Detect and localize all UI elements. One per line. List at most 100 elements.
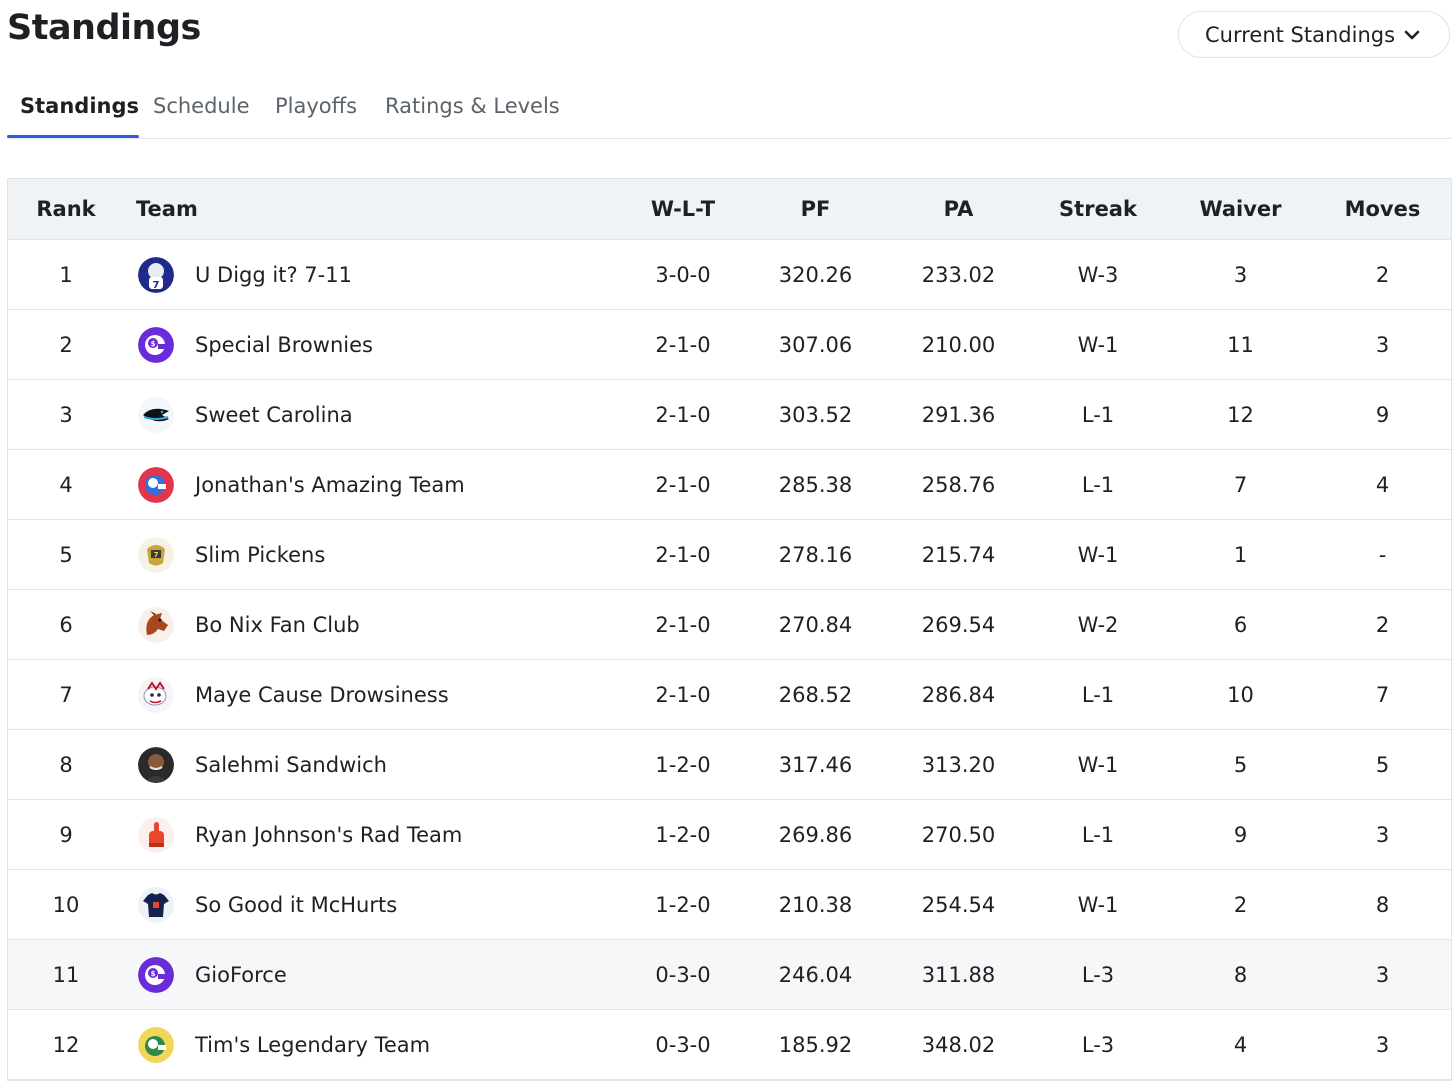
column-header-streak[interactable]: Streak: [1038, 179, 1158, 240]
table-row[interactable]: 5 7 Slim Pickens 2-1-0 278.16 215.74 W-1 1 -: [8, 520, 1451, 590]
rank-cell: 2: [59, 333, 73, 357]
table-row[interactable]: 3 Sweet Carolina 2-1-0 303.52 291.36 L-1 12 9: [8, 380, 1451, 450]
column-header-waiver[interactable]: Waiver: [1178, 179, 1303, 240]
points-for-cell: 185.92: [778, 1033, 853, 1057]
points-against-cell: 270.50: [921, 823, 996, 847]
team-name-link[interactable]: Slim Pickens: [195, 520, 325, 590]
streak-cell: W-1: [1077, 333, 1119, 357]
team-name-link[interactable]: Bo Nix Fan Club: [195, 590, 360, 660]
table-row[interactable]: 2 $ Special Brownies 2-1-0 307.06 210.00 W-1 11…: [8, 310, 1451, 380]
standings-table: Rank Team W-L-T PF PA Streak Waiver Move…: [7, 178, 1452, 1081]
moves-cell: 3: [1375, 333, 1390, 357]
table-row[interactable]: 10 So Good it McHurts 1-2-0 210.38 254.54 W-1…: [8, 870, 1451, 940]
team-name-link[interactable]: So Good it McHurts: [195, 870, 397, 940]
table-row[interactable]: 6 Bo Nix Fan Club 2-1-0 270.84 269.54 W-2 6 2: [8, 590, 1451, 660]
column-header-wlt[interactable]: W-L-T: [618, 179, 748, 240]
team-name-link[interactable]: Jonathan's Amazing Team: [195, 450, 465, 520]
moves-cell: 2: [1375, 613, 1390, 637]
table-row[interactable]: 12 Tim's Legendary Team 0-3-0 185.92 348.02 L…: [8, 1010, 1451, 1080]
green-helmet-icon[interactable]: [138, 1027, 174, 1063]
rank-cell: 6: [59, 613, 73, 637]
table-row[interactable]: 11 $ GioForce 0-3-0 246.04 311.88 L-3 8 3: [8, 940, 1451, 1010]
moves-cell: 3: [1375, 963, 1390, 987]
record-cell: 2-1-0: [655, 683, 711, 707]
standings-view-dropdown[interactable]: Current Standings: [1178, 11, 1450, 58]
gold-helmet-icon[interactable]: 7: [138, 537, 174, 573]
streak-cell: W-3: [1077, 263, 1119, 287]
streak-cell: L-1: [1081, 403, 1115, 427]
svg-text:$: $: [151, 970, 156, 978]
patriot-icon[interactable]: [138, 677, 174, 713]
tab-standings[interactable]: Standings: [20, 94, 139, 118]
rank-cell: 8: [59, 753, 73, 777]
waiver-cell: 2: [1233, 893, 1248, 917]
streak-cell: L-1: [1081, 823, 1115, 847]
panther-icon[interactable]: [138, 397, 174, 433]
tab-ratings-levels[interactable]: Ratings & Levels: [385, 94, 560, 118]
team-name-link[interactable]: GioForce: [195, 940, 287, 1010]
moves-cell: 9: [1375, 403, 1390, 427]
person-avatar-icon[interactable]: [138, 747, 174, 783]
team-name-link[interactable]: U Digg it? 7-11: [195, 240, 352, 310]
waiver-cell: 8: [1233, 963, 1248, 987]
record-cell: 2-1-0: [655, 543, 711, 567]
team-name-link[interactable]: Tim's Legendary Team: [195, 1010, 430, 1080]
svg-text:$: $: [151, 340, 156, 348]
moves-cell: 5: [1375, 753, 1390, 777]
points-against-cell: 313.20: [921, 753, 996, 777]
tab-playoffs[interactable]: Playoffs: [275, 94, 357, 118]
purple-helmet-icon[interactable]: $: [138, 957, 174, 993]
team-name-link[interactable]: Salehmi Sandwich: [195, 730, 387, 800]
waiver-cell: 10: [1227, 683, 1254, 707]
streak-cell: W-2: [1077, 613, 1119, 637]
record-cell: 0-3-0: [655, 1033, 711, 1057]
waiver-cell: 5: [1233, 753, 1248, 777]
record-cell: 2-1-0: [655, 333, 711, 357]
team-name-link[interactable]: Maye Cause Drowsiness: [195, 660, 449, 730]
foam-finger-icon[interactable]: [138, 817, 174, 853]
column-header-pf[interactable]: PF: [753, 179, 878, 240]
rank-cell: 11: [52, 963, 80, 987]
streak-cell: W-1: [1077, 543, 1119, 567]
team-name-link[interactable]: Special Brownies: [195, 310, 373, 380]
column-header-pa[interactable]: PA: [896, 179, 1021, 240]
points-for-cell: 246.04: [778, 963, 853, 987]
points-for-cell: 285.38: [778, 473, 853, 497]
waiver-cell: 11: [1227, 333, 1254, 357]
column-header-moves[interactable]: Moves: [1320, 179, 1445, 240]
table-row[interactable]: 4 Jonathan's Amazing Team 2-1-0 285.38 258.7…: [8, 450, 1451, 520]
team-name-link[interactable]: Sweet Carolina: [195, 380, 353, 450]
player-helmet-icon[interactable]: 7: [138, 257, 174, 293]
points-against-cell: 286.84: [921, 683, 996, 707]
points-for-cell: 278.16: [778, 543, 853, 567]
page-title: Standings: [7, 8, 201, 48]
table-row[interactable]: 7 Maye Cause Drowsiness 2-1-0 268.52 286.84 L…: [8, 660, 1451, 730]
moves-cell: 7: [1375, 683, 1390, 707]
table-header: Rank Team W-L-T PF PA Streak Waiver Move…: [8, 179, 1451, 240]
rank-cell: 5: [59, 543, 73, 567]
jersey-icon[interactable]: [138, 887, 174, 923]
points-against-cell: 269.54: [921, 613, 996, 637]
purple-helmet-icon[interactable]: $: [138, 327, 174, 363]
moves-cell: 3: [1375, 823, 1390, 847]
rank-cell: 1: [59, 263, 73, 287]
streak-cell: W-1: [1077, 753, 1119, 777]
bronco-icon[interactable]: [138, 607, 174, 643]
chevron-down-icon: [1403, 26, 1421, 44]
column-header-team[interactable]: Team: [136, 179, 198, 240]
rank-cell: 12: [52, 1033, 80, 1057]
red-helmet-icon[interactable]: [138, 467, 174, 503]
points-for-cell: 317.46: [778, 753, 853, 777]
points-for-cell: 303.52: [778, 403, 853, 427]
column-header-rank[interactable]: Rank: [8, 179, 124, 240]
team-name-link[interactable]: Ryan Johnson's Rad Team: [195, 800, 462, 870]
table-row[interactable]: 1 7 U Digg it? 7-11 3-0-0 320.26 233.02 W-3 3 2: [8, 240, 1451, 310]
points-for-cell: 270.84: [778, 613, 853, 637]
record-cell: 0-3-0: [655, 963, 711, 987]
table-row[interactable]: 9 Ryan Johnson's Rad Team 1-2-0 269.86 270.5…: [8, 800, 1451, 870]
waiver-cell: 9: [1233, 823, 1248, 847]
table-row[interactable]: 8 Salehmi Sandwich 1-2-0 317.46 313.20 W-1 5 5: [8, 730, 1451, 800]
tab-schedule[interactable]: Schedule: [153, 94, 250, 118]
moves-cell: 3: [1375, 1033, 1390, 1057]
points-against-cell: 215.74: [921, 543, 996, 567]
